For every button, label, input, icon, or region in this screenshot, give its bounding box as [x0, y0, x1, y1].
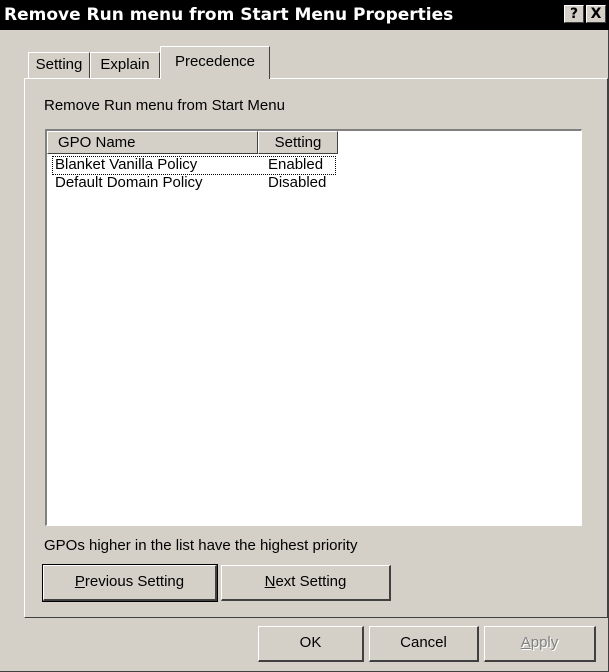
apply-mnemonic: A: [520, 634, 531, 651]
gpo-name: Blanket Vanilla Policy: [55, 156, 198, 173]
column-header-setting[interactable]: Setting: [258, 131, 338, 154]
properties-dialog: Remove Run menu from Start Menu Properti…: [0, 0, 609, 672]
policy-name-label: Remove Run menu from Start Menu: [44, 97, 285, 114]
close-button[interactable]: X: [586, 5, 606, 23]
priority-note: GPOs higher in the list have the highest…: [44, 537, 358, 554]
next-label: ext Setting: [275, 573, 347, 590]
cancel-button[interactable]: Cancel: [369, 626, 479, 662]
window-title: Remove Run menu from Start Menu Properti…: [4, 5, 454, 25]
column-header-gpo-name[interactable]: GPO Name: [47, 131, 258, 154]
next-mnemonic: N: [264, 573, 276, 590]
previous-mnemonic: P: [74, 573, 85, 590]
tab-precedence[interactable]: Precedence: [160, 46, 270, 79]
tab-setting[interactable]: Setting: [28, 52, 90, 78]
gpo-list[interactable]: GPO Name Setting Blanket Vanilla Policy …: [45, 129, 582, 526]
gpo-setting: Enabled: [268, 156, 324, 173]
gpo-name: Default Domain Policy: [55, 174, 203, 191]
gpo-setting: Disabled: [268, 174, 327, 191]
ok-button[interactable]: OK: [258, 626, 364, 662]
next-setting-button[interactable]: Next Setting: [221, 565, 391, 601]
previous-label: revious Setting: [84, 573, 185, 590]
help-button[interactable]: ?: [564, 5, 584, 23]
apply-button[interactable]: Apply: [484, 626, 596, 662]
previous-setting-button[interactable]: Previous Setting: [42, 564, 218, 602]
tab-explain[interactable]: Explain: [90, 52, 160, 78]
apply-label: pply: [530, 634, 559, 651]
title-bar[interactable]: Remove Run menu from Start Menu Properti…: [0, 0, 609, 30]
